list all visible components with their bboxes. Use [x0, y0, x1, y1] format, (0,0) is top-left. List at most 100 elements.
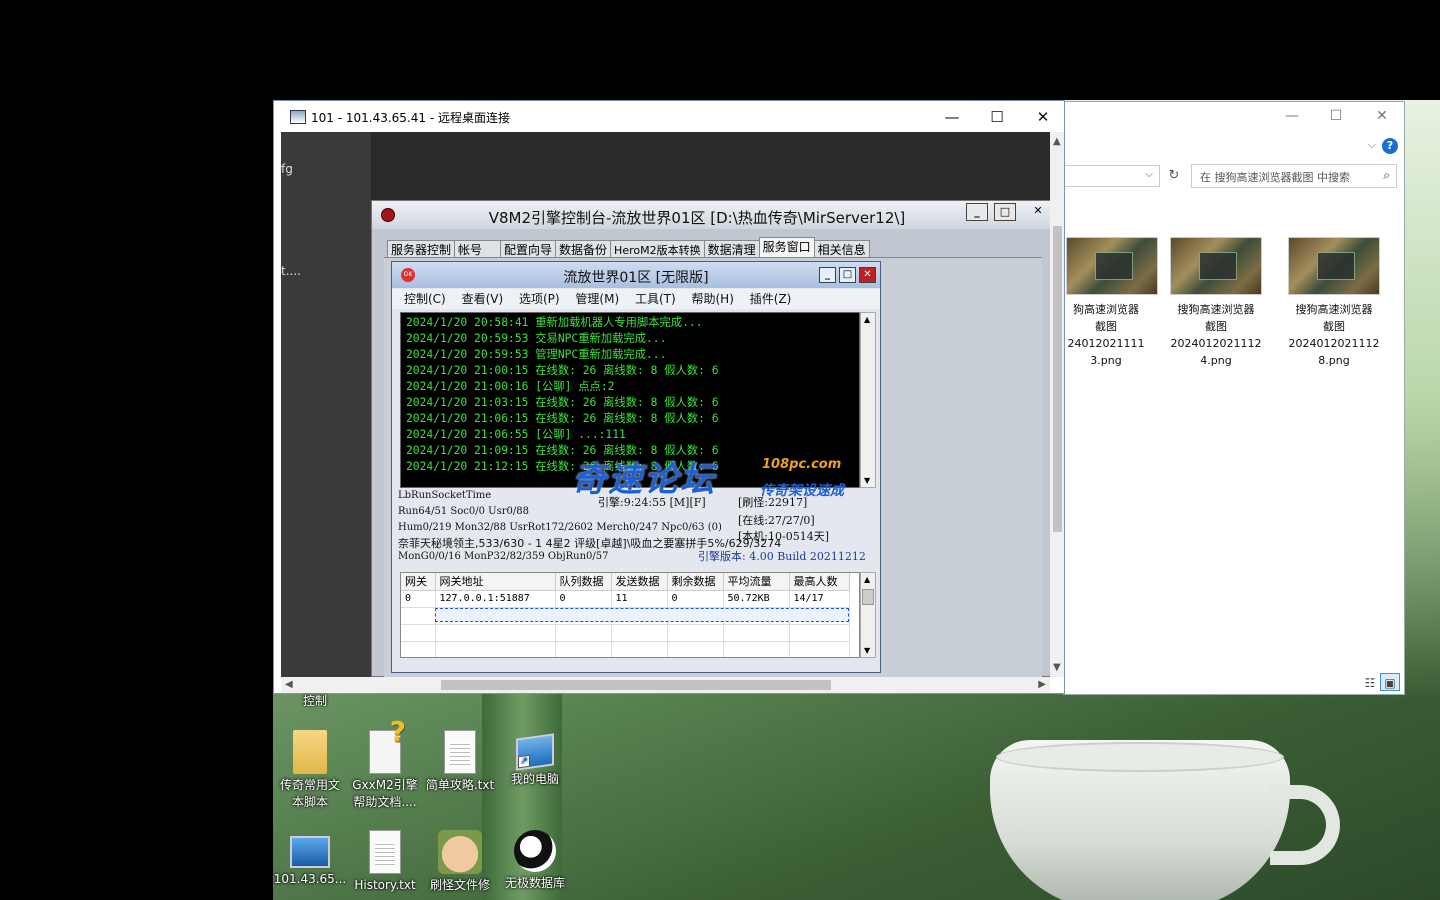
image-thumbnail — [1170, 237, 1262, 295]
table-cell: 0 — [667, 590, 724, 608]
engine-console-window[interactable]: V8M2引擎控制台-流放世界01区 [D:\热血传奇\MirServer12\]… — [371, 200, 1050, 677]
image-thumbnail — [1066, 237, 1158, 295]
stat-online: [在线:27/27/0] — [738, 514, 815, 527]
game-server-window[interactable]: OK 流放世界01区 [无限版] _ □ ✕ 控制(C) 查看(V) 选项(P)… — [391, 261, 881, 673]
table-cell: 127.0.0.1:51887 — [435, 590, 556, 608]
rdp-vertical-scrollbar[interactable]: ▲ ▼ — [1050, 132, 1064, 677]
minimize-icon[interactable]: — — [1282, 108, 1302, 124]
help-icon[interactable]: ? — [1382, 138, 1398, 154]
column-header[interactable]: 发送数据 — [611, 573, 668, 591]
table-cell: 11 — [611, 590, 668, 608]
table-row[interactable] — [401, 624, 850, 642]
close-button[interactable]: ✕ — [859, 267, 876, 283]
menu-plugins[interactable]: 插件(Z) — [750, 292, 792, 306]
explorer-titlebar[interactable]: — ☐ ✕ — [1064, 102, 1404, 132]
column-header[interactable]: 剩余数据 — [667, 573, 724, 591]
column-header[interactable]: 网关地址 — [435, 573, 556, 591]
close-button[interactable]: ✕ — [1027, 203, 1049, 221]
chevron-down-icon[interactable]: ▼ — [1053, 662, 1061, 673]
table-cell: 0 — [555, 590, 612, 608]
gateway-table[interactable]: 网关 网关地址 队列数据 发送数据 剩余数据 平均流量 最高人数 0 127.0… — [400, 572, 860, 658]
folder-icon — [293, 730, 327, 774]
table-scrollbar[interactable]: ▲ ▼ — [860, 572, 876, 658]
chevron-up-icon[interactable]: ▲ — [1053, 136, 1061, 147]
chevron-up-icon[interactable]: ▲ — [864, 315, 870, 324]
table-row[interactable] — [401, 641, 850, 657]
chevron-down-icon[interactable]: ⌵ — [1368, 138, 1376, 152]
table-cell: 14/17 — [789, 590, 850, 608]
menu-tools[interactable]: 工具(T) — [635, 292, 676, 306]
menu-view[interactable]: 查看(V) — [462, 292, 504, 306]
desktop-icon-label[interactable]: 控制 — [278, 693, 352, 707]
desktop-icon-guide-txt[interactable]: 简单攻略.txt — [423, 730, 497, 794]
large-icons-view-icon[interactable]: ▣ — [1380, 673, 1400, 691]
file-name: 搜狗高速浏览器 截图 2024012021112 8.png — [1288, 303, 1380, 367]
chevron-left-icon[interactable]: ◀ — [285, 679, 293, 690]
chevron-down-icon[interactable]: ⌵ — [1145, 169, 1153, 180]
rdp-horizontal-scrollbar[interactable]: ◀ ▶ — [281, 677, 1050, 693]
log-line: 2024/1/20 20:59:53 交易NPC重新加载完成... — [406, 332, 667, 345]
view-toggle: ☷ ▣ — [1360, 673, 1400, 692]
rdp-titlebar[interactable]: 101 - 101.43.65.41 - 远程桌面连接 — ☐ ✕ — [274, 101, 1064, 132]
menu-control[interactable]: 控制(C) — [404, 292, 446, 306]
column-header[interactable]: 队列数据 — [555, 573, 612, 591]
menu-manage[interactable]: 管理(M) — [575, 292, 619, 306]
table-row[interactable]: 0 127.0.0.1:51887 0 11 0 50.72KB 14/17 — [401, 590, 850, 608]
desktop-icon-rdp-connection[interactable]: 101.43.65... — [273, 830, 347, 888]
column-header[interactable]: 最高人数 — [789, 573, 850, 591]
table-cell: 50.72KB — [723, 590, 790, 608]
maximize-button[interactable]: □ — [994, 203, 1016, 221]
watermark-subtitle: 传奇架设速成 — [760, 483, 844, 499]
file-explorer-window[interactable]: — ☐ ✕ ⌵ ? ⌵ ↻ 在 搜狗高速浏览器截图 中搜索 ⌕ 狗高速浏览器 截… — [1063, 101, 1405, 695]
chevron-up-icon[interactable]: ▲ — [864, 575, 870, 584]
address-bar[interactable]: ⌵ — [1064, 165, 1160, 187]
console-tabs: 服务器控制 帐号 配置向导 数据备份 HeroM2版本转换 数据清理 服务窗口 相关信息 — [387, 237, 870, 260]
column-header[interactable]: 网关 — [401, 573, 436, 591]
app-icon — [438, 830, 482, 874]
maximize-icon[interactable]: ☐ — [1326, 108, 1346, 124]
menu-help[interactable]: 帮助(H) — [692, 292, 734, 306]
server-titlebar[interactable]: OK 流放世界01区 [无限版] _ □ ✕ — [392, 262, 880, 288]
close-icon[interactable]: ✕ — [1372, 108, 1392, 124]
minimize-button[interactable]: _ — [966, 203, 988, 221]
log-line: 2024/1/20 20:58:41 重新加载机器人专用脚本完成... — [406, 316, 703, 329]
console-tab-body: OK 流放世界01区 [无限版] _ □ ✕ 控制(C) 查看(V) 选项(P)… — [384, 257, 1042, 677]
log-line: 2024/1/20 21:06:55 [公聊] ...:111 — [406, 428, 626, 441]
chevron-right-icon[interactable]: ▶ — [1038, 679, 1046, 690]
desktop-icon-my-computer[interactable]: ↗ 我的电脑 — [498, 730, 572, 788]
details-view-icon[interactable]: ☷ — [1360, 674, 1380, 692]
remote-desktop-label: fg — [281, 162, 293, 176]
column-header[interactable]: 平均流量 — [723, 573, 790, 591]
remote-desktop-window[interactable]: 101 - 101.43.65.41 - 远程桌面连接 — ☐ ✕ fg t..… — [273, 100, 1065, 694]
search-input[interactable]: 在 搜狗高速浏览器截图 中搜索 ⌕ — [1191, 164, 1397, 188]
scrollbar-thumb[interactable] — [1053, 226, 1062, 532]
desktop-icon-history-txt[interactable]: History.txt — [348, 830, 422, 894]
server-title: 流放世界01区 [无限版] — [563, 270, 709, 286]
scrollbar-thumb[interactable] — [441, 680, 831, 690]
desktop-icon-database[interactable]: 无极数据库 — [498, 830, 572, 892]
console-titlebar[interactable]: V8M2引擎控制台-流放世界01区 [D:\热血传奇\MirServer12\]… — [372, 201, 1050, 229]
remote-desktop-label: t.... — [281, 264, 301, 278]
selected-row[interactable] — [435, 608, 849, 622]
window-title: 101 - 101.43.65.41 - 远程桌面连接 — [311, 111, 510, 125]
scrollbar-thumb[interactable] — [862, 589, 874, 605]
file-thumbnail[interactable]: 搜狗高速浏览器 截图 2024012021112 8.png — [1282, 237, 1386, 369]
menu-bar: 控制(C) 查看(V) 选项(P) 管理(M) 工具(T) 帮助(H) 插件(Z… — [392, 289, 880, 309]
desktop-icon-help-doc[interactable]: GxxM2引擎 帮助文档.... — [348, 723, 422, 811]
chevron-down-icon[interactable]: ▼ — [864, 476, 870, 485]
desktop-icon-scripts-folder[interactable]: 传奇常用文 本脚本 — [273, 730, 347, 811]
remote-screen[interactable]: fg t.... V8M2引擎控制台-流放世界01区 [D:\热血传奇\MirS… — [281, 132, 1050, 677]
maximize-button[interactable]: □ — [839, 267, 856, 283]
chevron-down-icon[interactable]: ▼ — [864, 646, 870, 655]
file-thumbnail[interactable]: 搜狗高速浏览器 截图 2024012021112 4.png — [1164, 237, 1268, 369]
minimize-button[interactable]: _ — [819, 267, 836, 283]
close-button[interactable]: ✕ — [1020, 104, 1066, 130]
image-thumbnail — [1288, 237, 1380, 295]
minimize-button[interactable]: — — [929, 104, 975, 130]
desktop-icon-monster-file-tool[interactable]: 刷怪文件修 — [423, 830, 497, 894]
refresh-icon[interactable]: ↻ — [1164, 165, 1184, 187]
log-scrollbar[interactable]: ▲ ▼ — [860, 312, 876, 488]
database-app-icon — [514, 830, 556, 872]
menu-options[interactable]: 选项(P) — [519, 292, 560, 306]
maximize-button[interactable]: ☐ — [974, 104, 1020, 130]
